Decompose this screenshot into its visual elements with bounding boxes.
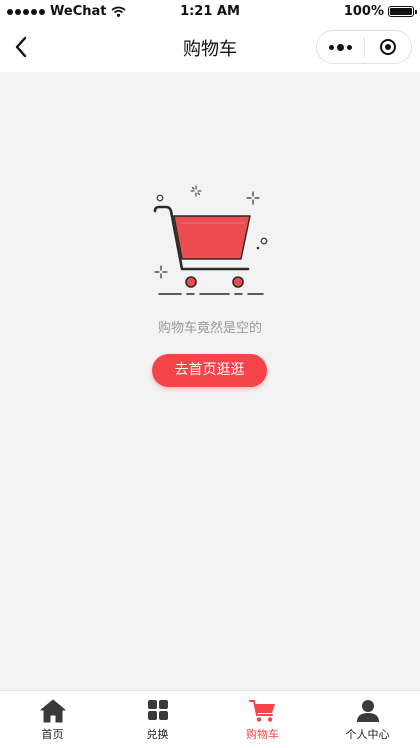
user-icon <box>356 700 379 722</box>
battery-icon <box>388 6 417 17</box>
tab-label-home: 首页 <box>41 728 64 741</box>
grid-icon <box>147 700 168 720</box>
tab-label-cart: 购物车 <box>246 728 279 741</box>
cart-icon <box>248 700 275 722</box>
home-icon <box>40 699 65 723</box>
tab-exchange[interactable]: 兑换 <box>105 691 210 748</box>
more-button[interactable] <box>317 31 364 63</box>
nav-bar: 购物车 <box>0 22 420 72</box>
status-bar: WeChat 1:21 AM 100% <box>0 0 420 22</box>
target-circle-icon <box>379 39 396 55</box>
battery-percent: 100% <box>343 4 384 19</box>
mini-program-capsule <box>316 30 412 64</box>
tab-home[interactable]: 首页 <box>0 691 105 748</box>
status-right: 100% <box>343 4 417 19</box>
empty-cart-message: 购物车竟然是空的 <box>157 321 262 336</box>
close-button[interactable] <box>365 31 412 63</box>
go-home-button[interactable]: 去首页逛逛 <box>152 354 267 387</box>
tab-label-exchange: 兑换 <box>146 728 169 741</box>
tab-bar: 首页 兑换 购物车 个人中心 <box>0 690 420 748</box>
tab-label-profile: 个人中心 <box>345 728 390 741</box>
tab-cart[interactable]: 购物车 <box>210 691 315 748</box>
empty-cart-icon <box>153 185 268 295</box>
tab-profile[interactable]: 个人中心 <box>315 691 420 748</box>
more-dots-icon <box>328 43 352 51</box>
